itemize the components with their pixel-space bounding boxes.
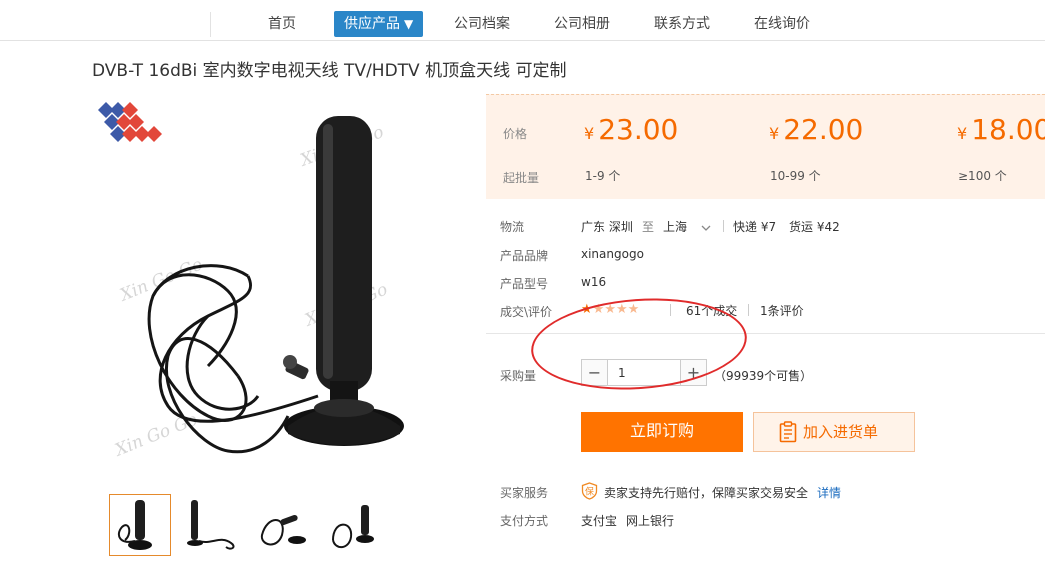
thumbnail-image — [187, 500, 235, 550]
available-stock: （99939个可售） — [714, 369, 813, 383]
price-panel: 价格 起批量 ¥23.00 ¥22.00 ¥18.00 1-9 个 10-99 … — [486, 94, 1045, 199]
thumbnail-image — [117, 500, 152, 550]
add-to-cart-button[interactable]: 加入进货单 — [753, 412, 915, 452]
review-count-link[interactable]: 1条评价 — [760, 302, 804, 319]
logistics-label: 物流 — [500, 220, 525, 234]
nav-home[interactable]: 首页 — [268, 11, 296, 37]
review-text: 条评价 — [767, 304, 804, 318]
nav-company-profile[interactable]: 公司档案 — [454, 11, 510, 37]
separator — [748, 304, 749, 316]
thumbnail-image — [332, 505, 374, 549]
nav-products-label: 供应产品 — [344, 16, 400, 32]
thumbnail-4[interactable] — [322, 494, 384, 556]
quantity-label: 采购量 — [500, 369, 537, 383]
payment-alipay: 支付宝 — [581, 514, 618, 528]
qty-tier-2: 10-99 个 — [770, 169, 821, 183]
price-value: 18.00 — [971, 113, 1045, 146]
product-title: DVB-T 16dBi 室内数字电视天线 TV/HDTV 机顶盒天线 可定制 — [92, 61, 567, 81]
payment-label: 支付方式 — [500, 514, 549, 528]
ship-from: 广东 深圳 — [581, 220, 633, 234]
clipboard-icon — [779, 421, 797, 443]
model-value: w16 — [581, 275, 607, 289]
separator — [723, 220, 724, 232]
price-value: 22.00 — [783, 113, 864, 146]
brand-value: xinangogo — [581, 247, 644, 261]
thumbnail-image — [260, 514, 306, 546]
thumbnail-2[interactable] — [180, 494, 242, 556]
thumbnail-1[interactable] — [109, 494, 171, 556]
price-label: 价格 — [503, 127, 528, 141]
nav-contact[interactable]: 联系方式 — [654, 11, 710, 37]
shield-badge-text: 保 — [585, 486, 594, 498]
brand-label: 产品品牌 — [500, 249, 549, 263]
nav-products[interactable]: 供应产品 ▼ — [334, 11, 424, 37]
moq-label: 起批量 — [503, 171, 540, 185]
payment-online-bank: 网上银行 — [626, 514, 675, 528]
top-nav: 首页 供应产品 ▼ 公司档案 公司相册 联系方式 在线询价 — [0, 8, 1045, 41]
service-text: 卖家支持先行赔付，保障买家交易安全 — [604, 486, 809, 500]
buy-now-button[interactable]: 立即订购 — [581, 412, 743, 452]
price-value: 23.00 — [598, 113, 679, 146]
ship-to-select[interactable]: 上海 — [663, 218, 711, 235]
service-details-link[interactable]: 详情 — [817, 484, 841, 501]
nav-company-album[interactable]: 公司相册 — [554, 11, 610, 37]
ship-to-value: 上海 — [663, 220, 688, 234]
express-fee: 快递 ¥7 — [733, 220, 777, 234]
currency-symbol: ¥ — [584, 124, 595, 143]
thumbnail-3[interactable] — [251, 494, 313, 556]
deals-label: 成交\评价 — [500, 305, 553, 319]
caret-down-icon: ▼ — [404, 17, 414, 31]
nav-divider — [210, 12, 211, 37]
product-main-image[interactable]: Xin Go Go Xin Go Go Xin Go Go Xin Go Go — [108, 96, 468, 476]
ship-to-word: 至 — [642, 220, 655, 234]
watermark-text: Xin Go Go — [116, 255, 206, 307]
price-tier-1: ¥23.00 — [584, 113, 678, 146]
add-to-cart-label: 加入进货单 — [803, 423, 879, 441]
currency-symbol: ¥ — [769, 124, 780, 143]
freight-fee: 货运 ¥42 — [789, 220, 840, 234]
chevron-down-icon — [701, 225, 711, 231]
nav-inquiry[interactable]: 在线询价 — [754, 11, 810, 37]
price-tier-2: ¥22.00 — [769, 113, 863, 146]
service-label: 买家服务 — [500, 486, 549, 500]
qty-tier-1: 1-9 个 — [585, 169, 621, 183]
qty-tier-3: ≥100 个 — [958, 169, 1007, 183]
price-tier-3: ¥18.00 — [957, 113, 1045, 146]
model-label: 产品型号 — [500, 277, 549, 291]
shield-icon: 保 — [581, 482, 598, 500]
review-count: 1 — [760, 304, 768, 318]
currency-symbol: ¥ — [957, 124, 968, 143]
